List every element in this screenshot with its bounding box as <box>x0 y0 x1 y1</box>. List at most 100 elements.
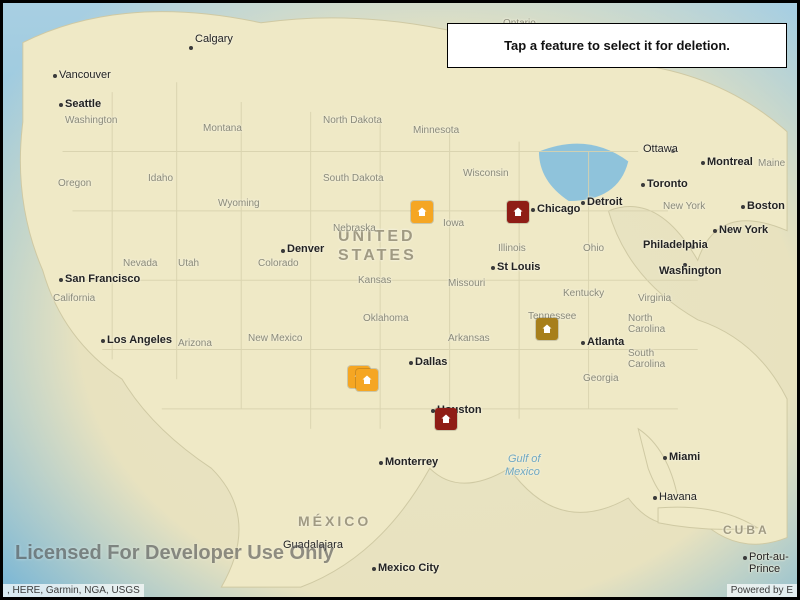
label-city-la: Los Angeles <box>107 334 172 346</box>
label-state-nc-2: Carolina <box>628 324 665 335</box>
label-city-monterrey: Monterrey <box>385 456 438 468</box>
label-state-sc-1: South <box>628 348 654 359</box>
label-state-south-dakota: South Dakota <box>323 173 384 184</box>
label-state-arizona: Arizona <box>178 338 212 349</box>
label-state-ohio: Ohio <box>583 243 604 254</box>
label-state-nc-1: North <box>628 313 652 324</box>
city-dot <box>691 245 695 249</box>
house-icon <box>361 374 373 386</box>
label-state-maine: Maine <box>758 158 785 169</box>
label-state-iowa: Iowa <box>443 218 464 229</box>
label-state-nebraska: Nebraska <box>333 223 376 234</box>
city-dot <box>379 461 383 465</box>
label-city-mexico-city: Mexico City <box>378 562 439 574</box>
city-dot <box>741 205 745 209</box>
city-dot <box>531 208 535 212</box>
label-state-sc-2: Carolina <box>628 359 665 370</box>
label-water-gulf-1: Gulf of <box>508 453 540 465</box>
house-icon <box>512 206 524 218</box>
city-dot <box>409 361 413 365</box>
city-dot <box>372 567 376 571</box>
city-dot <box>701 161 705 165</box>
city-dot <box>321 544 325 548</box>
label-country-mexico: MÉXICO <box>298 513 371 529</box>
house-icon <box>541 323 553 335</box>
label-state-washington: Washington <box>65 115 117 126</box>
label-country-usa-1: UNITED <box>338 228 416 246</box>
label-city-boston: Boston <box>747 200 785 212</box>
label-city-stlouis: St Louis <box>497 261 540 273</box>
city-dot <box>189 46 193 50</box>
label-state-virginia: Virginia <box>638 293 671 304</box>
city-dot <box>641 183 645 187</box>
label-state-north-dakota: North Dakota <box>323 115 382 126</box>
label-state-missouri: Missouri <box>448 278 485 289</box>
house-icon <box>416 206 428 218</box>
license-watermark: Licensed For Developer Use Only <box>15 542 334 565</box>
label-city-nyc: New York <box>719 224 768 236</box>
label-city-vancouver: Vancouver <box>59 69 111 81</box>
label-state-arkansas: Arkansas <box>448 333 490 344</box>
label-city-phila: Philadelphia <box>643 239 708 251</box>
label-city-havana: Havana <box>659 491 697 503</box>
label-country-usa-2: STATES <box>338 247 417 265</box>
city-dot <box>581 341 585 345</box>
label-city-chicago: Chicago <box>537 203 580 215</box>
label-city-miami: Miami <box>669 451 700 463</box>
feature-marker[interactable] <box>411 201 433 223</box>
city-dot <box>671 149 675 153</box>
label-state-georgia: Georgia <box>583 373 619 384</box>
label-state-kansas: Kansas <box>358 275 391 286</box>
label-city-calgary: Calgary <box>195 33 233 45</box>
label-city-ottawa: Ottawa <box>643 143 678 155</box>
attribution-left: , HERE, Garmin, NGA, USGS <box>3 584 144 597</box>
label-state-wyoming: Wyoming <box>218 198 260 209</box>
label-state-new-mexico: New Mexico <box>248 333 302 344</box>
city-dot <box>59 278 63 282</box>
label-city-toronto: Toronto <box>647 178 688 190</box>
label-city-sf: San Francisco <box>65 273 140 285</box>
city-labels: Vancouver Calgary Seattle San Francisco … <box>3 3 797 597</box>
attribution-right: Powered by E <box>727 584 797 597</box>
label-state-colorado: Colorado <box>258 258 299 269</box>
map-labels: UNITED STATES MÉXICO CUBA Gulf of Mexico… <box>3 3 797 597</box>
label-state-oklahoma: Oklahoma <box>363 313 409 324</box>
city-dot <box>281 249 285 253</box>
label-city-denver: Denver <box>287 243 324 255</box>
feature-marker[interactable] <box>536 318 558 340</box>
city-dot <box>663 456 667 460</box>
city-dot <box>491 266 495 270</box>
label-city-detroit: Detroit <box>587 196 622 208</box>
city-dot <box>59 103 63 107</box>
city-dot <box>101 339 105 343</box>
label-city-pap-2: Prince <box>749 563 780 575</box>
house-icon <box>440 413 452 425</box>
label-city-atlanta: Atlanta <box>587 336 624 348</box>
label-city-seattle: Seattle <box>65 98 101 110</box>
map-view[interactable]: UNITED STATES MÉXICO CUBA Gulf of Mexico… <box>0 0 800 600</box>
city-dot <box>713 229 717 233</box>
city-dot <box>683 263 687 267</box>
label-state-wisconsin: Wisconsin <box>463 168 509 179</box>
label-state-nevada: Nevada <box>123 258 157 269</box>
label-city-montreal: Montreal <box>707 156 753 168</box>
label-state-oregon: Oregon <box>58 178 91 189</box>
label-state-minnesota: Minnesota <box>413 125 459 136</box>
label-city-pap-1: Port-au- <box>749 551 789 563</box>
label-state-utah: Utah <box>178 258 199 269</box>
city-dot <box>581 201 585 205</box>
basemap-land <box>3 3 797 597</box>
label-state-kentucky: Kentucky <box>563 288 604 299</box>
feature-marker[interactable] <box>507 201 529 223</box>
instruction-text: Tap a feature to select it for deletion. <box>504 38 730 53</box>
label-city-guadalajara: Guadalajara <box>283 539 343 551</box>
city-dot <box>53 74 57 78</box>
label-state-illinois: Illinois <box>498 243 526 254</box>
instruction-banner: Tap a feature to select it for deletion. <box>447 23 787 68</box>
feature-marker[interactable] <box>435 408 457 430</box>
label-state-idaho: Idaho <box>148 173 173 184</box>
label-water-gulf-2: Mexico <box>505 466 540 478</box>
feature-marker[interactable] <box>356 369 378 391</box>
city-dot <box>743 556 747 560</box>
label-city-dallas: Dallas <box>415 356 447 368</box>
